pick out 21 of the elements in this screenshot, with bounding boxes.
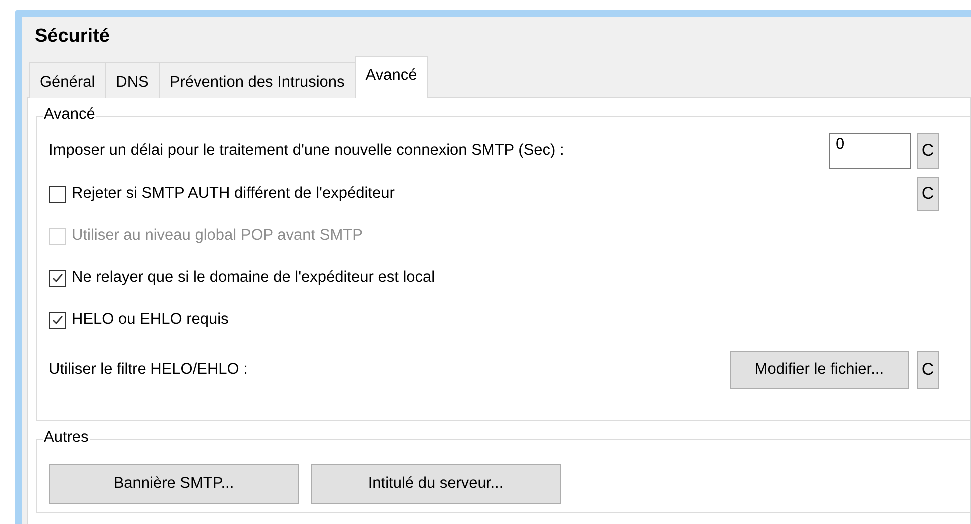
reset-button[interactable]: C bbox=[917, 133, 939, 169]
tab[interactable]: Avancé bbox=[354, 56, 428, 98]
input-field[interactable]: 0 bbox=[829, 133, 911, 169]
checkbox[interactable] bbox=[49, 186, 66, 202]
checkbox-label: Utiliser au niveau global POP avant SMTP bbox=[72, 227, 363, 245]
edit-file-button[interactable]: Modifier le fichier... bbox=[730, 351, 909, 389]
checkbox-label: HELO ou EHLO requis bbox=[72, 311, 229, 329]
checkbox[interactable] bbox=[49, 312, 66, 328]
reset-button[interactable]: C bbox=[917, 177, 939, 211]
tab[interactable]: Prévention des Intrusions bbox=[158, 62, 356, 98]
dialog-button[interactable]: Intitulé du serveur... bbox=[311, 464, 561, 504]
tab[interactable]: DNS bbox=[105, 62, 160, 98]
field-label: Utiliser le filtre HELO/EHLO : bbox=[49, 361, 248, 379]
field-label: Imposer un délai pour le traitement d'une nouvelle connexion SMTP (Sec) : bbox=[49, 142, 564, 160]
checkbox-label: Ne relayer que si le domaine de l'expéditeur est local bbox=[72, 269, 436, 287]
checkbox[interactable] bbox=[49, 270, 66, 286]
dialog-button[interactable]: Bannière SMTP... bbox=[49, 464, 299, 504]
window-title: Sécurité bbox=[34, 25, 111, 49]
checkbox-label: Rejeter si SMTP AUTH différent de l'expéditeur bbox=[72, 185, 395, 203]
reset-button[interactable]: C bbox=[917, 351, 939, 389]
tab[interactable]: Général bbox=[29, 62, 106, 98]
